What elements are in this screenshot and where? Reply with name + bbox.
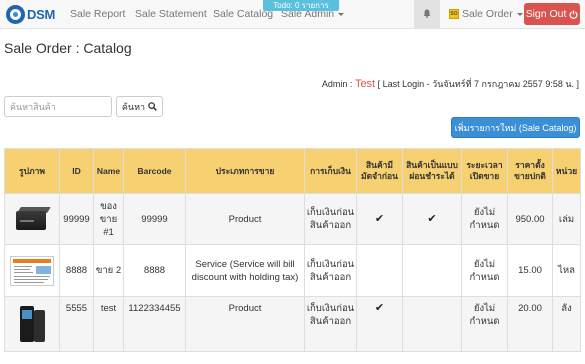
col-header-payment: การเก็บเงิน	[304, 148, 357, 194]
payment-cell: เก็บเงินก่อนสินค้าออก	[304, 193, 357, 245]
unit-cell: ไหล	[552, 244, 581, 297]
check-icon: ✔	[374, 212, 385, 225]
search-input[interactable]	[4, 96, 112, 117]
unit-cell: เล่ม	[552, 193, 581, 245]
unit-cell: ลัง	[552, 296, 581, 352]
admin-name: Test	[354, 78, 376, 90]
type-cell: Product	[185, 193, 305, 245]
image-cell	[4, 244, 60, 297]
barcode-cell: 99999	[123, 193, 186, 245]
chevron-down-icon	[338, 12, 345, 16]
barcode-cell: 1122334455	[123, 296, 186, 352]
col-header-installment: สินค้าเป็นแบบผ่อนชำระได้	[402, 148, 462, 194]
sale-order-icon: SO	[449, 9, 459, 19]
table-header-row: รูปภาพ ID Name Barcode ประเภทการขาย การเ…	[4, 148, 581, 194]
bell-icon	[423, 9, 431, 18]
device-image[interactable]	[16, 304, 48, 344]
period-cell: ยังไม่กำหนด	[461, 244, 508, 297]
sign-out-button[interactable]: Sign Out	[524, 3, 580, 25]
sale-order-menu[interactable]: Sale Order	[462, 8, 523, 20]
period-cell: ยังไม่กำหนด	[461, 296, 508, 352]
check-icon: ✔	[374, 302, 385, 314]
id-cell: 5555	[59, 296, 94, 352]
add-catalog-button[interactable]: เพิ่มรายการใหม่ (Sale Catalog)	[451, 117, 580, 138]
name-cell[interactable]: test	[93, 296, 124, 352]
id-cell: 99999	[59, 193, 94, 245]
check-icon: ✔	[427, 212, 437, 225]
page-title: Sale Order : Catalog	[4, 40, 132, 56]
price-cell: 950.00	[507, 193, 553, 245]
dsm-logo-icon	[6, 4, 25, 24]
sale-order-label: Sale Order	[462, 8, 513, 20]
deposit-cell: ✔	[356, 296, 403, 352]
notification-button[interactable]	[414, 0, 440, 29]
installment-cell	[402, 296, 462, 352]
col-header-id: ID	[59, 148, 94, 194]
price-cell: 15.00	[507, 244, 553, 297]
period-cell: ยังไม่กำหนด	[461, 193, 508, 245]
image-cell	[4, 193, 60, 245]
payment-cell: เก็บเงินก่อนสินค้าออก	[304, 296, 357, 352]
last-login: [ Last Login - วันจันทร์ที่ 7 กรกฎาคม 25…	[377, 79, 579, 89]
installment-cell: ✔	[402, 193, 462, 245]
search-button[interactable]: ค้นหา	[116, 96, 163, 117]
deposit-cell	[356, 244, 403, 297]
nav-sale-report[interactable]: Sale Report	[70, 8, 125, 20]
deposit-cell: ✔	[356, 193, 403, 245]
power-icon	[569, 9, 578, 19]
col-header-period: ระยะเวลาเปิดขาย	[461, 148, 508, 194]
payment-cell: เก็บเงินก่อนสินค้าออก	[304, 244, 357, 297]
sign-out-label: Sign Out	[525, 8, 567, 20]
col-header-name: Name	[93, 148, 124, 194]
todo-badge[interactable]: Todo: 0 รายการ	[263, 0, 339, 11]
search-button-label: ค้นหา	[121, 101, 146, 112]
col-header-type: ประเภทการขาย	[185, 148, 305, 194]
id-cell: 8888	[59, 244, 94, 297]
table-row[interactable]: 8888 ขาย 2 8888 Service (Service will bi…	[4, 244, 581, 297]
installment-cell	[402, 244, 462, 297]
col-header-unit: หน่วย	[552, 148, 581, 194]
col-header-deposit: สินค้ามีมัดจำก่อน	[356, 148, 403, 194]
col-header-barcode: Barcode	[123, 148, 186, 194]
chevron-down-icon	[516, 12, 523, 16]
nav-sale-statement[interactable]: Sale Statement	[135, 8, 207, 20]
name-cell[interactable]: ขาย 2	[93, 244, 124, 297]
type-cell: Product	[185, 296, 305, 352]
col-header-image: รูปภาพ	[4, 148, 60, 194]
catalog-table: รูปภาพ ID Name Barcode ประเภทการขาย การเ…	[4, 148, 581, 352]
brand-name: DSM	[27, 6, 55, 22]
admin-prefix: Admin :	[321, 79, 355, 89]
service-doc-image[interactable]	[10, 255, 54, 286]
name-cell[interactable]: ของขาย #1	[93, 193, 124, 245]
table-row[interactable]: 99999 ของขาย #1 99999 Product เก็บเงินก่…	[4, 193, 581, 245]
type-cell: Service (Service will bill discount with…	[185, 244, 305, 297]
admin-info: Admin : Test [ Last Login - วันจันทร์ที่…	[322, 77, 579, 91]
col-header-price: ราคาตั้งขายปกติ	[507, 148, 553, 194]
search-icon	[148, 102, 157, 111]
barcode-cell: 8888	[123, 244, 186, 297]
brand-logo[interactable]: DSM	[6, 4, 55, 24]
table-row[interactable]: 5555 test 1122334455 Product เก็บเงินก่อ…	[4, 296, 581, 352]
price-cell: 20.00	[507, 296, 553, 352]
top-navbar: DSM Sale Report Sale Statement Sale Cata…	[0, 0, 585, 29]
image-cell	[4, 296, 60, 352]
product-box-image[interactable]	[14, 207, 51, 231]
